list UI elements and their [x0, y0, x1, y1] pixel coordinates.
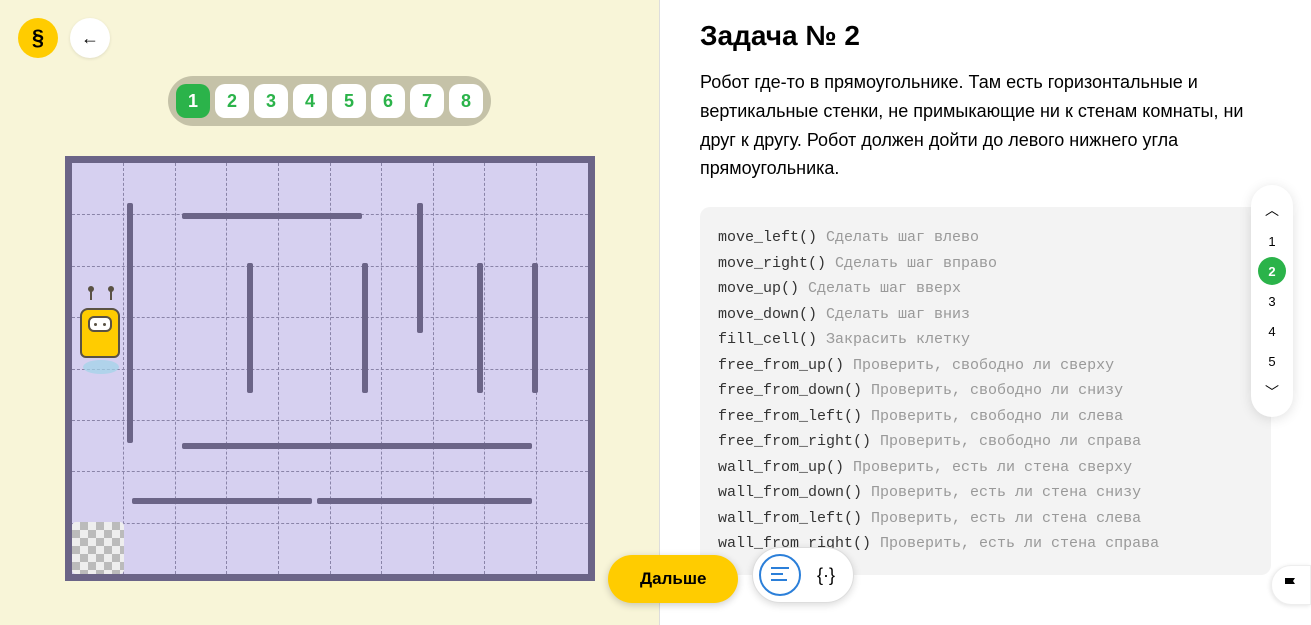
command-row: move_left() Сделать шаг влево	[718, 225, 1253, 251]
command-name: free_from_up()	[718, 357, 853, 374]
step-pill-4[interactable]: 4	[293, 84, 327, 118]
command-name: fill_cell()	[718, 331, 826, 348]
target-cell	[72, 522, 124, 574]
command-desc: Закрасить клетку	[826, 331, 970, 348]
command-desc: Проверить, свободно ли сверху	[853, 357, 1114, 374]
command-desc: Сделать шаг вниз	[826, 306, 970, 323]
command-row: free_from_up() Проверить, свободно ли св…	[718, 353, 1253, 379]
command-desc: Сделать шаг влево	[826, 229, 979, 246]
command-desc: Сделать шаг вверх	[808, 280, 961, 297]
step-pill-6[interactable]: 6	[371, 84, 405, 118]
game-board	[65, 156, 595, 581]
command-name: free_from_left()	[718, 408, 871, 425]
command-row: free_from_down() Проверить, свободно ли …	[718, 378, 1253, 404]
step-pill-2[interactable]: 2	[215, 84, 249, 118]
text-mode-button[interactable]	[759, 554, 801, 596]
step-pill-1[interactable]: 1	[176, 84, 210, 118]
mode-toggle: {·}	[752, 547, 854, 603]
report-button[interactable]	[1271, 565, 1311, 605]
next-button[interactable]: Дальше	[608, 555, 738, 603]
lesson-nav: ︿ 12345 ﹀	[1251, 185, 1293, 417]
command-name: wall_from_down()	[718, 484, 871, 501]
robot	[80, 298, 122, 368]
step-pill-8[interactable]: 8	[449, 84, 483, 118]
task-description: Робот где-то в прямоугольнике. Там есть …	[700, 68, 1271, 183]
command-name: move_down()	[718, 306, 826, 323]
command-name: move_up()	[718, 280, 808, 297]
nav-down-button[interactable]: ﹀	[1257, 377, 1287, 407]
command-row: move_down() Сделать шаг вниз	[718, 302, 1253, 328]
command-row: wall_from_down() Проверить, есть ли стен…	[718, 480, 1253, 506]
command-name: move_left()	[718, 229, 826, 246]
lesson-nav-item-1[interactable]: 1	[1258, 227, 1286, 255]
command-name: wall_from_up()	[718, 459, 853, 476]
command-row: free_from_left() Проверить, свободно ли …	[718, 404, 1253, 430]
step-pill-5[interactable]: 5	[332, 84, 366, 118]
chevron-up-icon: ︿	[1265, 200, 1279, 220]
command-desc: Проверить, есть ли стена сверху	[853, 459, 1132, 476]
command-desc: Проверить, есть ли стена справа	[880, 535, 1159, 552]
back-button[interactable]: ←	[70, 18, 110, 58]
arrow-left-icon: ←	[81, 28, 99, 49]
command-desc: Проверить, есть ли стена слева	[871, 510, 1141, 527]
code-braces-icon: {·}	[817, 565, 835, 586]
step-pill-7[interactable]: 7	[410, 84, 444, 118]
command-name: wall_from_left()	[718, 510, 871, 527]
command-name: free_from_right()	[718, 433, 880, 450]
task-title: Задача № 2	[700, 20, 1271, 52]
lesson-nav-item-5[interactable]: 5	[1258, 347, 1286, 375]
step-selector: 12345678	[168, 76, 491, 126]
command-desc: Проверить, свободно ли снизу	[871, 382, 1123, 399]
command-row: wall_from_left() Проверить, есть ли стен…	[718, 506, 1253, 532]
command-name: free_from_down()	[718, 382, 871, 399]
command-desc: Сделать шаг вправо	[835, 255, 997, 272]
command-desc: Проверить, свободно ли справа	[880, 433, 1141, 450]
code-mode-button[interactable]: {·}	[805, 554, 847, 596]
chevron-down-icon: ﹀	[1265, 382, 1279, 402]
text-lines-icon	[771, 565, 789, 586]
command-row: free_from_right() Проверить, свободно ли…	[718, 429, 1253, 455]
lesson-nav-item-3[interactable]: 3	[1258, 287, 1286, 315]
flag-icon	[1283, 576, 1299, 595]
lesson-nav-item-2[interactable]: 2	[1258, 257, 1286, 285]
command-desc: Проверить, свободно ли слева	[871, 408, 1123, 425]
nav-up-button[interactable]: ︿	[1257, 195, 1287, 225]
command-name: move_right()	[718, 255, 835, 272]
command-desc: Проверить, есть ли стена снизу	[871, 484, 1141, 501]
logo-badge[interactable]: §	[18, 18, 58, 58]
command-row: wall_from_up() Проверить, есть ли стена …	[718, 455, 1253, 481]
lesson-nav-item-4[interactable]: 4	[1258, 317, 1286, 345]
command-row: move_right() Сделать шаг вправо	[718, 251, 1253, 277]
step-pill-3[interactable]: 3	[254, 84, 288, 118]
command-row: move_up() Сделать шаг вверх	[718, 276, 1253, 302]
command-row: fill_cell() Закрасить клетку	[718, 327, 1253, 353]
commands-reference: move_left() Сделать шаг влевоmove_right(…	[700, 207, 1271, 575]
